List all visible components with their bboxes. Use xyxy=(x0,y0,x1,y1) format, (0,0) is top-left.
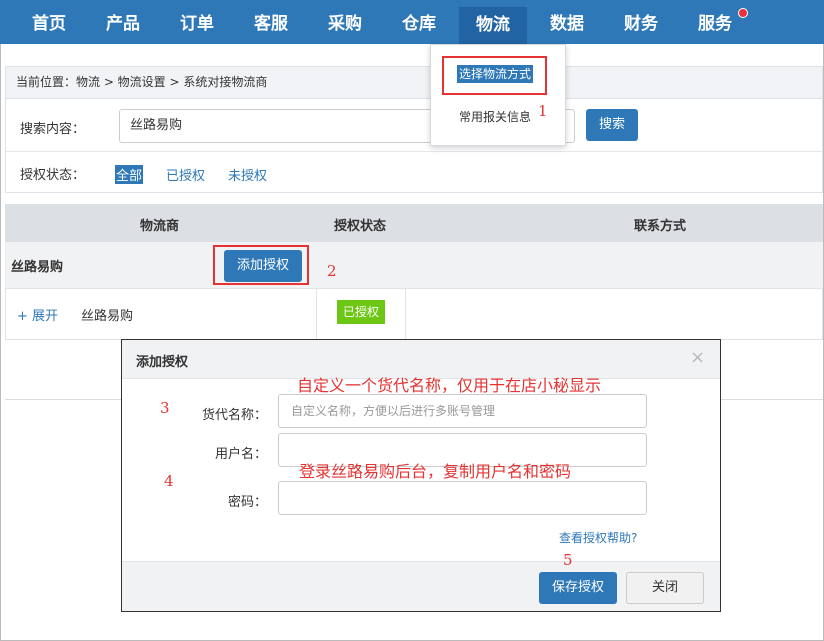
nav-products[interactable]: 产品 xyxy=(91,0,155,44)
annotation-login-note: 登录丝路易购后台，复制用户名和密码 xyxy=(299,462,572,481)
provider-group-name: 丝路易购 xyxy=(11,260,64,275)
step-number-5: 5 xyxy=(563,551,573,569)
highlight-box-step-2 xyxy=(213,245,309,285)
breadcrumb: 当前位置：物流 > 物流设置 > 系统对接物流商 xyxy=(5,66,823,98)
highlight-box-step-1 xyxy=(442,56,547,95)
search-label: 搜索内容： xyxy=(20,122,86,137)
annotation-forwarder-name-note: 自定义一个货代名称，仅用于在店小秘显示 xyxy=(297,376,602,395)
column-divider xyxy=(316,289,317,339)
menu-item-customs-info[interactable]: 常用报关信息 xyxy=(459,108,531,125)
step-number-2: 2 xyxy=(327,262,337,280)
nav-home[interactable]: 首页 xyxy=(17,0,81,44)
column-header-auth-status: 授权状态 xyxy=(334,219,387,234)
password-input[interactable] xyxy=(278,481,647,515)
nav-finance[interactable]: 财务 xyxy=(609,0,673,44)
auth-status-label: 授权状态： xyxy=(20,168,86,183)
status-option-unauthorized[interactable]: 未授权 xyxy=(228,165,267,184)
filter-divider xyxy=(6,151,822,152)
table-header: 物流商 授权状态 联系方式 xyxy=(5,204,823,242)
step-number-4: 4 xyxy=(164,472,174,490)
nav-data[interactable]: 数据 xyxy=(535,0,599,44)
close-icon[interactable]: × xyxy=(690,347,705,368)
step-number-1: 1 xyxy=(538,102,548,120)
step-number-3: 3 xyxy=(160,399,170,417)
column-divider xyxy=(405,289,406,339)
nav-orders[interactable]: 订单 xyxy=(165,0,229,44)
nav-purchasing[interactable]: 采购 xyxy=(313,0,377,44)
nav-customer-service[interactable]: 客服 xyxy=(239,0,303,44)
notification-dot-icon xyxy=(738,8,748,18)
username-label: 用户名： xyxy=(214,447,267,462)
close-dialog-button[interactable]: 关闭 xyxy=(626,572,704,604)
provider-name: 丝路易购 xyxy=(81,309,134,324)
forwarder-name-input[interactable]: 自定义名称，方便以后进行多账号管理 xyxy=(278,394,647,428)
auth-help-link[interactable]: 查看授权帮助? xyxy=(559,529,637,546)
provider-group-row: 丝路易购 添加授权 xyxy=(5,242,823,288)
filter-panel: 搜索内容： 丝路易购 搜索 授权状态： 全部 已授权 未授权 xyxy=(5,98,823,193)
status-option-all[interactable]: 全部 xyxy=(115,165,144,184)
search-button[interactable]: 搜索 xyxy=(586,109,638,141)
table-row: + 展开 丝路易购 已授权 xyxy=(5,288,823,340)
dialog-title: 添加授权 xyxy=(136,355,189,370)
password-label: 密码： xyxy=(227,495,267,510)
column-header-contact: 联系方式 xyxy=(634,219,687,234)
save-authorization-button[interactable]: 保存授权 xyxy=(539,572,617,604)
status-badge: 已授权 xyxy=(337,300,385,324)
nav-warehouse[interactable]: 仓库 xyxy=(387,0,451,44)
column-header-provider: 物流商 xyxy=(140,219,180,234)
status-option-authorized[interactable]: 已授权 xyxy=(166,165,205,184)
top-navigation: 首页 产品 订单 客服 采购 仓库 物流 数据 财务 服务 xyxy=(0,0,824,44)
forwarder-name-label: 货代名称： xyxy=(201,408,267,423)
nav-logistics[interactable]: 物流 xyxy=(459,7,527,44)
nav-services[interactable]: 服务 xyxy=(683,0,747,44)
dialog-footer: 保存授权 关闭 xyxy=(122,561,720,611)
expand-link[interactable]: + 展开 xyxy=(17,305,58,324)
